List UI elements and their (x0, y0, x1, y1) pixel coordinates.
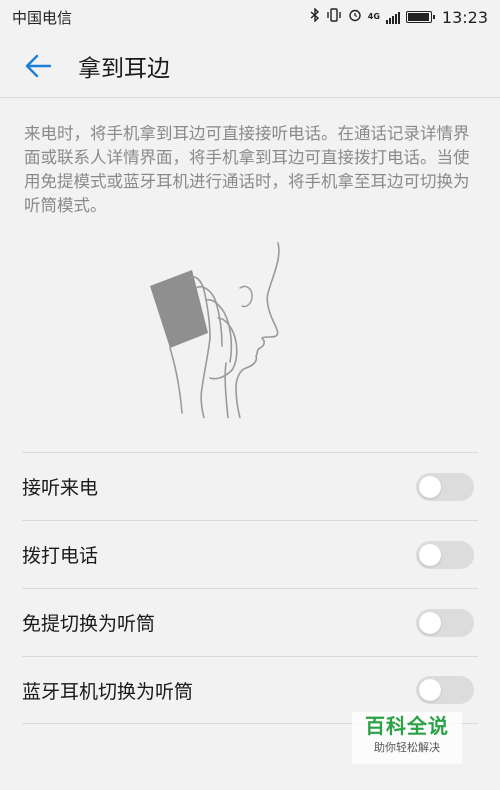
answer-call-toggle[interactable] (416, 472, 474, 501)
setting-make-call[interactable]: 拨打电话 (22, 520, 478, 588)
feature-description: 来电时，将手机拿到耳边可直接接听电话。在通话记录详情界面或联系人详情界面，将手机… (24, 124, 470, 215)
make-call-toggle[interactable] (416, 540, 474, 569)
watermark-title: 百科全说 (365, 714, 449, 738)
setting-answer-call[interactable]: 接听来电 (22, 452, 478, 520)
app-header: 拿到耳边 (0, 34, 500, 98)
bluetooth-icon (310, 7, 320, 26)
phone-to-ear-illustration (140, 238, 300, 419)
toggle-knob (419, 679, 441, 701)
status-icons: 4G 13:23 (310, 7, 488, 27)
network-type-icon: 4G (367, 12, 380, 21)
signal-strength-icon (385, 11, 400, 24)
battery-icon (405, 11, 435, 23)
setting-label: 免提切换为听筒 (22, 613, 156, 635)
toggle-knob (419, 543, 441, 566)
status-bar: 中国电信 4G 13:23 (0, 0, 500, 34)
toggle-knob (419, 475, 441, 498)
bluetooth-to-earpiece-toggle[interactable] (416, 676, 474, 704)
battery-fill (407, 13, 429, 21)
toggle-knob (419, 611, 441, 634)
setting-label: 拨打电话 (22, 545, 99, 567)
speaker-to-earpiece-toggle[interactable] (416, 608, 474, 637)
alarm-icon (348, 8, 362, 26)
setting-label: 接听来电 (22, 477, 99, 499)
watermark: 百科全说 助你轻松解决 (352, 712, 462, 764)
watermark-subtitle: 助你轻松解决 (374, 741, 440, 754)
page-title: 拿到耳边 (78, 55, 170, 82)
vibrate-icon (326, 8, 342, 26)
back-button[interactable] (12, 40, 64, 92)
setting-speaker-to-earpiece[interactable]: 免提切换为听筒 (22, 588, 478, 656)
clock: 13:23 (441, 7, 488, 27)
carrier-label: 中国电信 (12, 8, 73, 27)
setting-label: 蓝牙耳机切换为听筒 (22, 680, 194, 703)
settings-list: 接听来电 拨打电话 免提切换为听筒 蓝牙耳机切换为听筒 (22, 452, 478, 724)
arrow-left-icon (25, 54, 52, 77)
